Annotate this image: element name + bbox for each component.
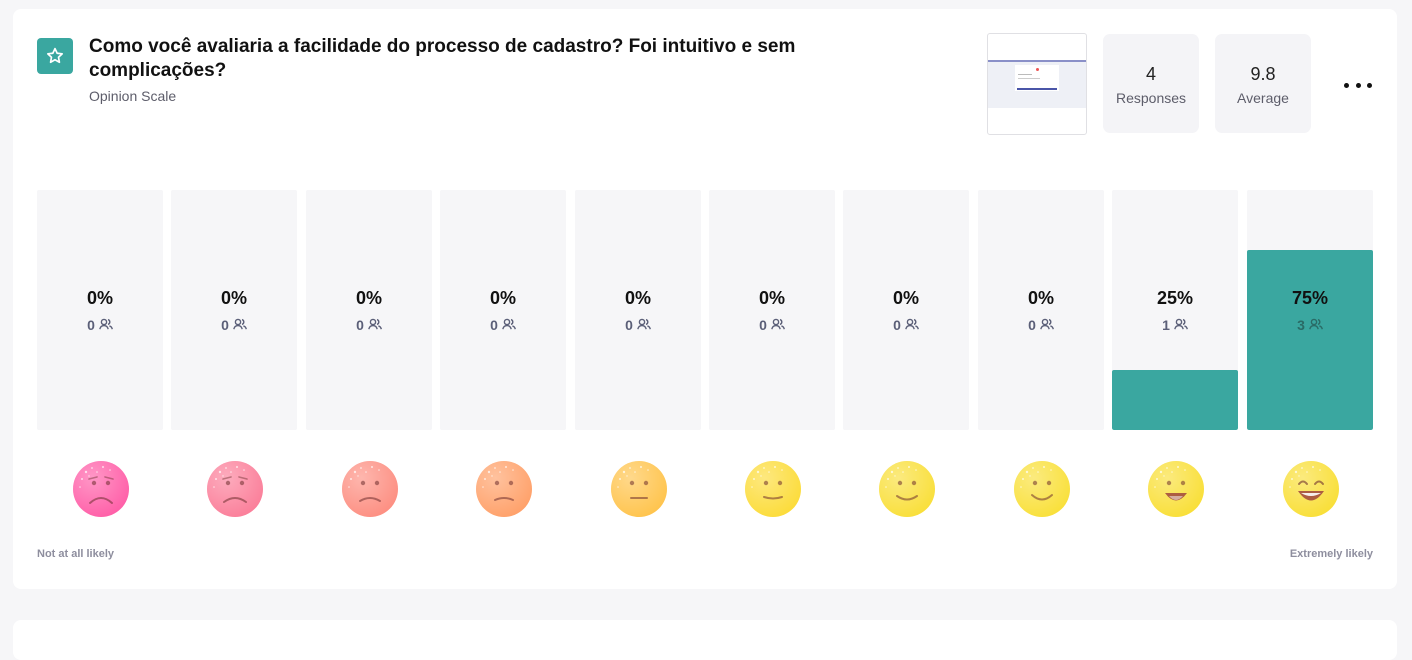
- face-emoji-icon: [475, 460, 533, 518]
- result-percent: 0%: [220, 288, 247, 308]
- responses-stat: 4 Responses: [1103, 34, 1199, 133]
- respondents-icon: [1174, 317, 1188, 333]
- result-count: 3: [1297, 317, 1305, 333]
- result-bar: 75% 3: [1247, 190, 1373, 430]
- result-count: 0: [356, 317, 364, 333]
- result-count: 0: [87, 317, 95, 333]
- scale-option-4[interactable]: 0% 0: [440, 190, 566, 530]
- result-bar: 0% 0: [37, 190, 163, 430]
- result-count: 0: [625, 317, 633, 333]
- result-percent: 25%: [1156, 288, 1194, 308]
- scale-option-10[interactable]: 75% 3: [1247, 190, 1373, 530]
- result-count: 0: [221, 317, 229, 333]
- responses-label: Responses: [1115, 90, 1187, 106]
- question-title: Como você avaliaria a facilidade do proc…: [89, 36, 796, 81]
- result-count: 0: [759, 317, 767, 333]
- result-percent: 0%: [355, 288, 382, 308]
- result-count: 1: [1162, 317, 1170, 333]
- result-count-row: 0: [709, 317, 835, 333]
- average-stat: 9.8 Average: [1215, 34, 1311, 133]
- face-emoji-icon: [610, 460, 668, 518]
- scale-option-9[interactable]: 25% 1: [1112, 190, 1238, 530]
- scale-option-7[interactable]: 0% 0: [843, 190, 969, 530]
- result-percent: 0%: [758, 288, 785, 308]
- scale-right-label: Extremely likely: [1289, 548, 1373, 560]
- result-count: 0: [893, 317, 901, 333]
- scale-option-2[interactable]: 0% 0: [171, 190, 297, 530]
- scale-option-8[interactable]: 0% 0: [978, 190, 1104, 530]
- respondents-icon: [368, 317, 382, 333]
- face-emoji-icon: [72, 460, 130, 518]
- responses-count: 4: [1145, 64, 1156, 84]
- result-count-row: 0: [978, 317, 1104, 333]
- result-percent: 0%: [489, 288, 516, 308]
- result-count-row: 3: [1247, 317, 1373, 333]
- result-count: 0: [1028, 317, 1036, 333]
- result-percent: 75%: [1291, 288, 1329, 308]
- respondents-icon: [502, 317, 516, 333]
- result-bar: 0% 0: [709, 190, 835, 430]
- question-type: Opinion Scale: [89, 88, 177, 104]
- result-count-row: 0: [440, 317, 566, 333]
- face-emoji-icon: [341, 460, 399, 518]
- result-bar: 0% 0: [575, 190, 701, 430]
- scale-option-5[interactable]: 0% 0: [575, 190, 701, 530]
- result-count-row: 0: [171, 317, 297, 333]
- result-bar-fill: [1247, 250, 1373, 430]
- result-count-row: 1: [1112, 317, 1238, 333]
- scale-left-label: Not at all likely: [37, 548, 115, 560]
- next-question-card: [13, 620, 1397, 660]
- result-bar: 0% 0: [843, 190, 969, 430]
- average-value: 9.8: [1250, 64, 1276, 84]
- scale-option-1[interactable]: 0% 0: [37, 190, 163, 530]
- result-bar: 0% 0: [171, 190, 297, 430]
- result-count: 0: [490, 317, 498, 333]
- respondents-icon: [637, 317, 651, 333]
- scale-option-3[interactable]: 0% 0: [306, 190, 432, 530]
- face-emoji-icon: [1282, 460, 1340, 518]
- face-emoji-icon: [878, 460, 936, 518]
- result-count-row: 0: [37, 317, 163, 333]
- question-card: Como você avaliaria a facilidade do proc…: [13, 9, 1397, 589]
- star-icon: [37, 38, 73, 74]
- more-options-button[interactable]: [1344, 80, 1372, 90]
- result-bar-fill: [1112, 370, 1238, 430]
- average-label: Average: [1237, 90, 1289, 106]
- face-emoji-icon: [1147, 460, 1205, 518]
- respondents-icon: [771, 317, 785, 333]
- respondents-icon: [1040, 317, 1054, 333]
- result-percent: 0%: [892, 288, 919, 308]
- result-bar: 0% 0: [978, 190, 1104, 430]
- result-bar: 0% 0: [440, 190, 566, 430]
- face-emoji-icon: [206, 460, 264, 518]
- respondents-icon: [99, 317, 113, 333]
- result-percent: 0%: [86, 288, 113, 308]
- result-bar: 0% 0: [306, 190, 432, 430]
- result-count-row: 0: [843, 317, 969, 333]
- scale-option-6[interactable]: 0% 0: [709, 190, 835, 530]
- result-count-row: 0: [306, 317, 432, 333]
- respondents-icon: [233, 317, 247, 333]
- respondents-icon: [1309, 317, 1323, 333]
- question-screenshot-thumbnail[interactable]: [987, 33, 1087, 135]
- face-emoji-icon: [1013, 460, 1071, 518]
- respondents-icon: [905, 317, 919, 333]
- face-emoji-icon: [744, 460, 802, 518]
- opinion-scale-results: 0% 0 0% 0 0% 0 0% 0 0% 0 0% 0 0% 0 0% 0 25% 1 75% 3: [37, 190, 1373, 530]
- result-bar: 25% 1: [1112, 190, 1238, 430]
- result-count-row: 0: [575, 317, 701, 333]
- result-percent: 0%: [1027, 288, 1054, 308]
- result-percent: 0%: [624, 288, 651, 308]
